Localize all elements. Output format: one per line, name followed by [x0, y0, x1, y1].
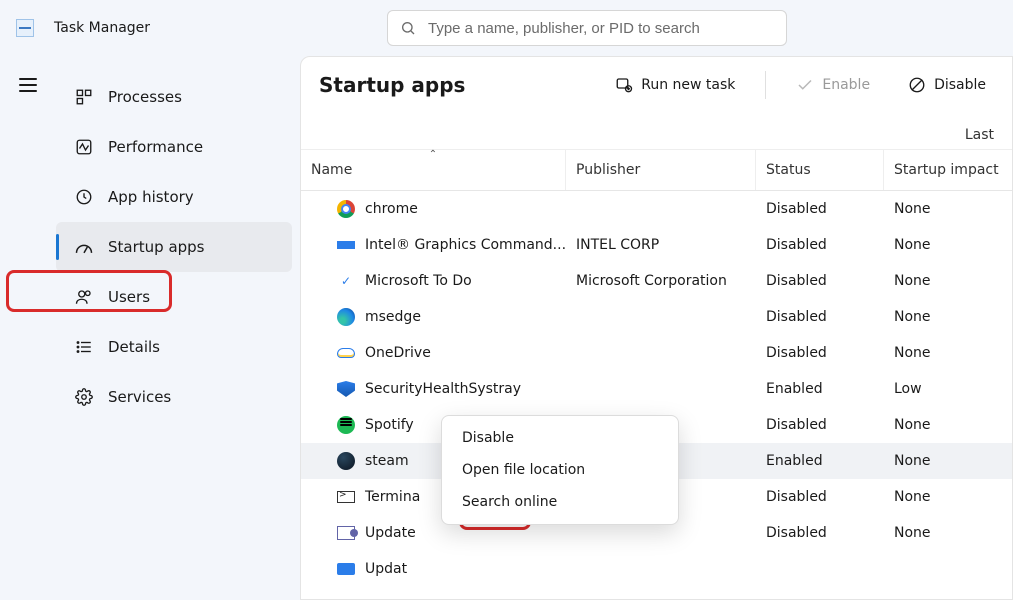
- row-status: Disabled: [756, 525, 884, 541]
- row-name: SecurityHealthSystray: [365, 381, 521, 397]
- sort-ascending-icon: ⌃: [429, 149, 437, 160]
- sidebar-item-label: Processes: [108, 88, 182, 106]
- row-impact: None: [884, 453, 1012, 469]
- table-row[interactable]: Intel® Graphics Command...INTEL CORPDisa…: [301, 227, 1012, 263]
- sidebar-item-startup-apps[interactable]: Startup apps: [56, 222, 292, 272]
- search-box[interactable]: [387, 10, 787, 46]
- run-new-task-button[interactable]: Run new task: [607, 70, 743, 100]
- sidebar-item-label: Users: [108, 288, 150, 306]
- table-row[interactable]: SecurityHealthSystray EnabledLow: [301, 371, 1012, 407]
- row-impact: None: [884, 201, 1012, 217]
- search-icon: [400, 20, 416, 36]
- table-header[interactable]: ⌃ Name Publisher Status Startup impact: [301, 149, 1012, 191]
- sidebar-item-label: Performance: [108, 138, 203, 156]
- context-menu[interactable]: DisableOpen file locationSearch online: [441, 415, 679, 525]
- row-name: Termina: [365, 489, 420, 505]
- row-impact: None: [884, 273, 1012, 289]
- row-name: steam: [365, 453, 409, 469]
- disable-button[interactable]: Disable: [900, 70, 994, 100]
- sidebar-item-performance[interactable]: Performance: [56, 122, 292, 172]
- table-row[interactable]: chrome DisabledNone: [301, 191, 1012, 227]
- square-icon: [337, 241, 355, 249]
- row-status: Disabled: [756, 309, 884, 325]
- table-row[interactable]: ✓ Microsoft To Do Microsoft CorporationDis…: [301, 263, 1012, 299]
- row-status: Disabled: [756, 345, 884, 361]
- store-icon: [337, 563, 355, 575]
- activity-icon: [74, 137, 94, 157]
- check-icon: [796, 76, 814, 94]
- row-status: Disabled: [756, 489, 884, 505]
- row-impact: None: [884, 417, 1012, 433]
- row-status: Enabled: [756, 381, 884, 397]
- column-impact[interactable]: Startup impact: [884, 150, 1012, 190]
- teams-icon: [337, 526, 355, 540]
- shield-icon: [337, 381, 355, 397]
- sidebar-item-details[interactable]: Details: [56, 322, 292, 372]
- app-icon: [16, 19, 34, 37]
- column-status[interactable]: Status: [756, 150, 884, 190]
- row-impact: None: [884, 489, 1012, 505]
- last-bios-time-label: Last: [965, 127, 994, 143]
- row-status: Enabled: [756, 453, 884, 469]
- gear-icon: [74, 387, 94, 407]
- users-icon: [74, 287, 94, 307]
- table-row[interactable]: OneDrive DisabledNone: [301, 335, 1012, 371]
- hamburger-menu[interactable]: [19, 78, 37, 92]
- block-icon: [908, 76, 926, 94]
- sidebar-item-processes[interactable]: Processes: [56, 72, 292, 122]
- list-icon: [74, 337, 94, 357]
- row-status: Disabled: [756, 201, 884, 217]
- row-name: Updat: [365, 561, 407, 577]
- column-name[interactable]: ⌃ Name: [301, 150, 566, 190]
- spotify-icon: [337, 416, 355, 434]
- steam-icon: [337, 452, 355, 470]
- column-publisher[interactable]: Publisher: [566, 150, 756, 190]
- table-row[interactable]: msedge DisabledNone: [301, 299, 1012, 335]
- history-icon: [74, 187, 94, 207]
- row-status: Disabled: [756, 417, 884, 433]
- row-status: Disabled: [756, 273, 884, 289]
- app-title: Task Manager: [54, 20, 150, 36]
- sidebar-item-app-history[interactable]: App history: [56, 172, 292, 222]
- run-task-icon: [615, 76, 633, 94]
- grid-icon: [74, 87, 94, 107]
- context-menu-item[interactable]: Disable: [442, 422, 678, 454]
- row-name: Microsoft To Do: [365, 273, 472, 289]
- row-name: Update: [365, 525, 416, 541]
- enable-button: Enable: [788, 70, 878, 100]
- row-publisher: Microsoft Corporation: [566, 273, 756, 289]
- search-input[interactable]: [428, 20, 774, 37]
- cloud-icon: [337, 348, 355, 358]
- row-impact: Low: [884, 381, 1012, 397]
- chrome-icon: [337, 200, 355, 218]
- sidebar: Processes Performance App history Startu…: [56, 56, 300, 600]
- terminal-icon: [337, 491, 355, 503]
- context-menu-item[interactable]: Open file location: [442, 454, 678, 486]
- row-name: msedge: [365, 309, 421, 325]
- table-row[interactable]: Updat: [301, 551, 1012, 587]
- sidebar-item-label: Startup apps: [108, 238, 205, 256]
- row-status: Disabled: [756, 237, 884, 253]
- edge-icon: [337, 308, 355, 326]
- row-name: Spotify: [365, 417, 414, 433]
- check-icon: ✓: [337, 272, 355, 290]
- page-title: Startup apps: [319, 73, 465, 97]
- row-name: OneDrive: [365, 345, 431, 361]
- context-menu-item[interactable]: Search online: [442, 486, 678, 518]
- sidebar-item-services[interactable]: Services: [56, 372, 292, 422]
- startup-apps-table: ⌃ Name Publisher Status Startup impact c…: [301, 149, 1012, 599]
- sidebar-item-label: Details: [108, 338, 160, 356]
- row-impact: None: [884, 345, 1012, 361]
- row-impact: None: [884, 309, 1012, 325]
- row-name: Intel® Graphics Command...: [365, 237, 566, 253]
- row-impact: None: [884, 525, 1012, 541]
- row-impact: None: [884, 237, 1012, 253]
- sidebar-item-label: App history: [108, 188, 194, 206]
- sidebar-item-users[interactable]: Users: [56, 272, 292, 322]
- sidebar-item-label: Services: [108, 388, 171, 406]
- row-name: chrome: [365, 201, 418, 217]
- gauge-icon: [74, 237, 94, 257]
- row-publisher: INTEL CORP: [566, 237, 756, 253]
